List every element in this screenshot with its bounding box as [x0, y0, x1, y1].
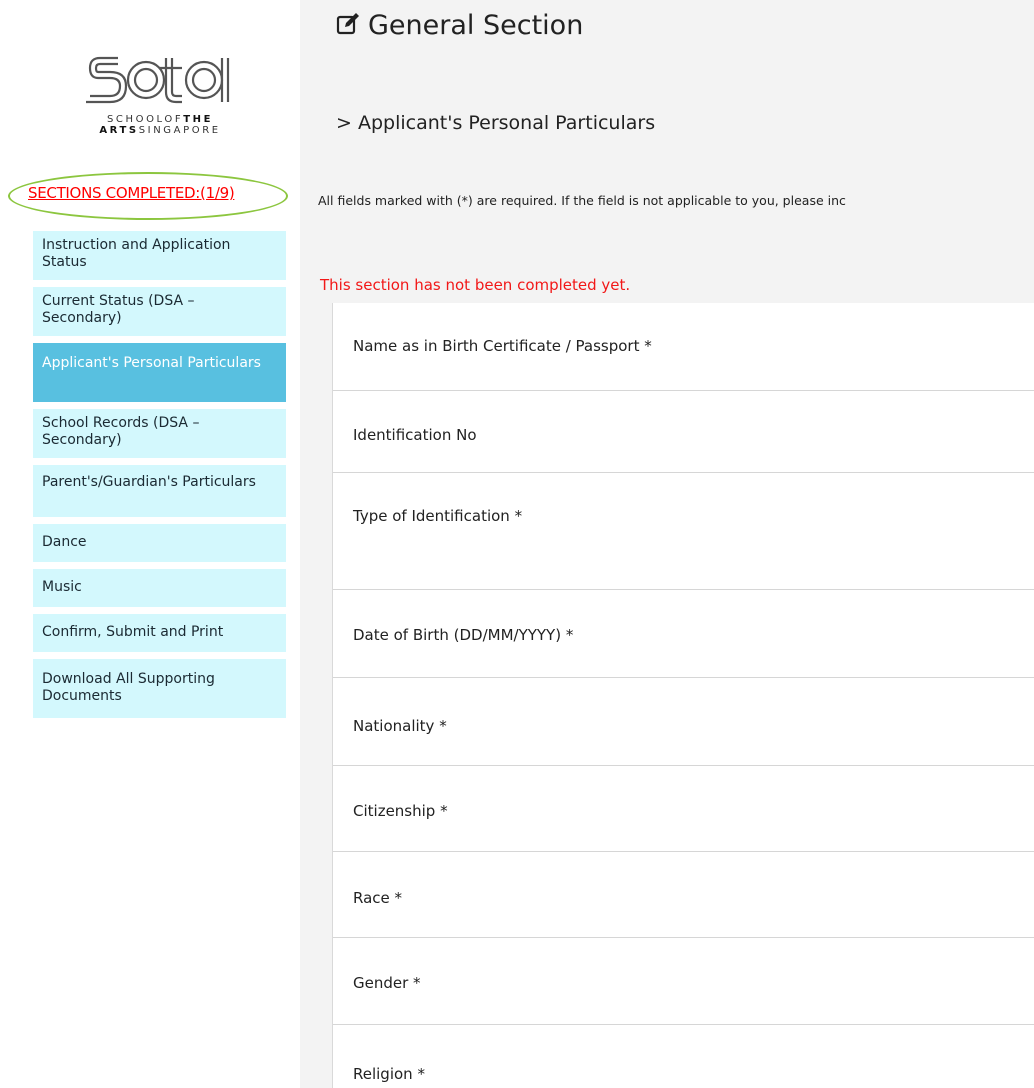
field-label: Race *: [353, 889, 403, 907]
section-nav: Instruction and Application Status Curre…: [33, 231, 286, 725]
sidebar-item-current-status[interactable]: Current Status (DSA – Secondary): [33, 287, 286, 336]
section-subtitle: > Applicant's Personal Particulars: [336, 112, 656, 134]
page-title: General Section: [336, 10, 583, 41]
sidebar-item-parent-guardian[interactable]: Parent's/Guardian's Particulars: [33, 465, 286, 517]
field-label: Identification No: [353, 426, 477, 444]
form-row-religion: Religion *: [333, 1025, 1034, 1088]
sidebar-item-label: Current Status (DSA – Secondary): [42, 293, 195, 326]
main-content: General Section > Applicant's Personal P…: [300, 0, 1034, 1088]
sidebar-item-dance[interactable]: Dance: [33, 524, 286, 562]
sota-logo[interactable]: SCHOOLOFTHE ARTSSINGAPORE: [84, 52, 236, 136]
sidebar: SCHOOLOFTHE ARTSSINGAPORE SECTIONS COMPL…: [0, 0, 300, 1088]
sidebar-item-label: Parent's/Guardian's Particulars: [42, 474, 256, 490]
form-row-race: Race *: [333, 852, 1034, 938]
form-row-nationality: Nationality *: [333, 678, 1034, 766]
form-row-citizenship: Citizenship *: [333, 766, 1034, 852]
required-fields-note: All fields marked with (*) are required.…: [318, 193, 846, 208]
field-label: Type of Identification *: [353, 507, 523, 525]
sidebar-item-label: School Records (DSA – Secondary): [42, 415, 200, 448]
sidebar-item-school-records[interactable]: School Records (DSA – Secondary): [33, 409, 286, 458]
form-row-name: Name as in Birth Certificate / Passport …: [333, 303, 1034, 391]
form-row-date-of-birth: Date of Birth (DD/MM/YYYY) *: [333, 590, 1034, 678]
logo-tagline-line1: SCHOOLOFTHE: [106, 114, 214, 125]
sidebar-item-label: Dance: [42, 534, 87, 550]
sota-wordmark-icon: [86, 56, 230, 104]
sidebar-item-music[interactable]: Music: [33, 569, 286, 607]
sidebar-item-personal-particulars[interactable]: Applicant's Personal Particulars: [33, 343, 286, 402]
sections-completed-text: SECTIONS COMPLETED:(1/9): [28, 184, 235, 202]
sidebar-item-label: Confirm, Submit and Print: [42, 624, 224, 640]
incomplete-warning: This section has not been completed yet.: [320, 276, 631, 294]
edit-icon: [336, 13, 359, 35]
sidebar-item-label: Music: [42, 579, 82, 595]
sections-completed-indicator: SECTIONS COMPLETED:(1/9): [0, 172, 300, 222]
sidebar-item-label: Download All Supporting Documents: [42, 671, 215, 704]
sidebar-item-confirm-submit[interactable]: Confirm, Submit and Print: [33, 614, 286, 652]
sidebar-item-label: Applicant's Personal Particulars: [42, 355, 261, 371]
field-label: Date of Birth (DD/MM/YYYY) *: [353, 626, 574, 644]
form-row-gender: Gender *: [333, 938, 1034, 1025]
field-label: Nationality *: [353, 717, 447, 735]
form-row-identification-no: Identification No: [333, 391, 1034, 473]
field-label: Name as in Birth Certificate / Passport …: [353, 337, 652, 355]
field-label: Gender *: [353, 974, 421, 992]
sidebar-item-download-docs[interactable]: Download All Supporting Documents: [33, 659, 286, 718]
page-title-text: General Section: [368, 10, 584, 41]
sidebar-item-label: Instruction and Application Status: [42, 237, 231, 270]
form-panel: Name as in Birth Certificate / Passport …: [332, 303, 1034, 1088]
field-label: Religion *: [353, 1065, 425, 1083]
sidebar-item-instruction-status[interactable]: Instruction and Application Status: [33, 231, 286, 280]
form-row-type-of-identification: Type of Identification *: [333, 473, 1034, 590]
logo-tagline-line2: ARTSSINGAPORE: [99, 125, 221, 136]
field-label: Citizenship *: [353, 802, 448, 820]
